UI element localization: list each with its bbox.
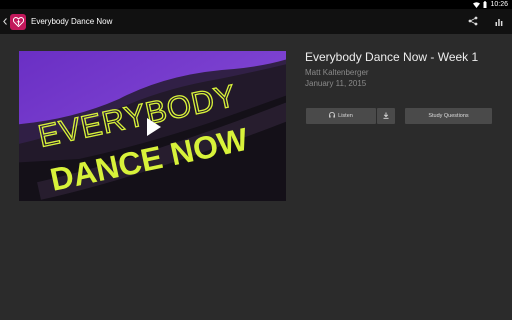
download-button[interactable] <box>377 108 395 124</box>
sermon-buttons: Listen Study Questions <box>306 108 492 124</box>
wifi-icon <box>473 1 481 8</box>
share-button[interactable] <box>460 9 486 34</box>
study-questions-button[interactable]: Study Questions <box>405 108 492 124</box>
share-icon <box>468 13 478 31</box>
action-bar: Everybody Dance Now <box>0 9 512 34</box>
download-icon <box>383 112 389 121</box>
bar-chart-icon <box>495 13 503 31</box>
listen-button[interactable]: Listen <box>306 108 376 124</box>
sermon-info: Everybody Dance Now - Week 1 Matt Kalten… <box>305 49 505 89</box>
headphones-icon <box>329 112 335 120</box>
battery-icon <box>483 1 487 8</box>
status-icons: 10:26 <box>473 0 508 9</box>
back-chevron-icon[interactable] <box>1 9 9 34</box>
page-title: Everybody Dance Now <box>31 17 113 26</box>
sermon-thumbnail[interactable]: EVERYBODY DANCE NOW <box>19 51 286 201</box>
sermon-date: January 11, 2015 <box>305 79 367 88</box>
sermon-speaker: Matt Kaltenberger <box>305 68 369 77</box>
sermon-title: Everybody Dance Now - Week 1 <box>305 50 479 64</box>
status-bar: 10:26 <box>0 0 512 9</box>
app-logo-icon[interactable] <box>10 13 26 30</box>
status-time: 10:26 <box>490 1 508 8</box>
action-bar-actions <box>460 9 512 34</box>
listen-label: Listen <box>338 113 353 119</box>
stats-button[interactable] <box>486 9 512 34</box>
